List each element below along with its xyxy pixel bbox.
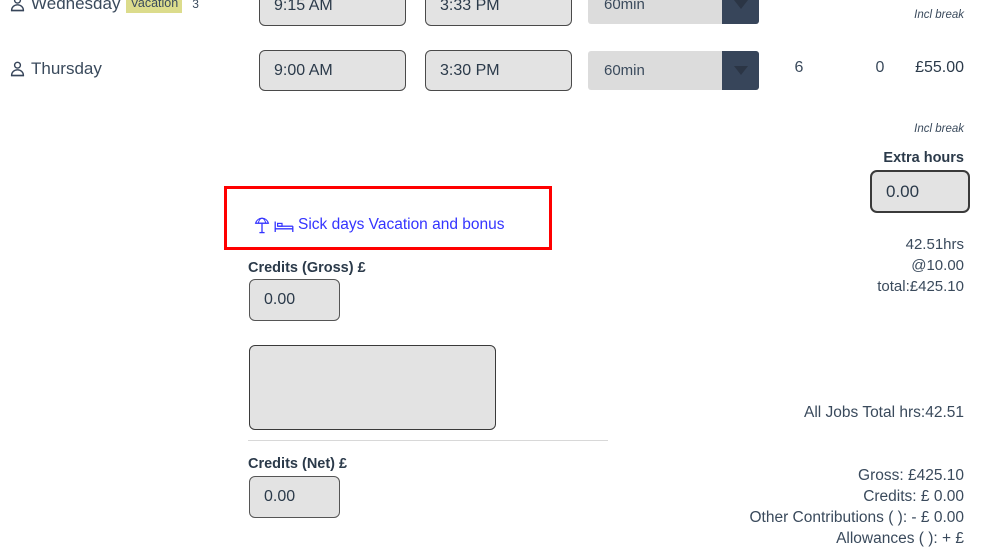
day-name: Wednesday — [31, 0, 121, 13]
amount-cell: £55.00 — [915, 59, 964, 76]
section-divider — [248, 440, 608, 441]
extra-hours-input[interactable]: 0.00 — [870, 170, 970, 213]
start-time-input[interactable]: 9:15 AM — [259, 0, 406, 26]
credits-net-input[interactable]: 0.00 — [249, 476, 340, 518]
summary-hours: 42.51hrs — [905, 236, 964, 253]
day-name: Thursday — [31, 59, 102, 78]
day-label-wednesday: Wednesday Vacation 3 — [10, 0, 199, 14]
vacation-count: 3 — [192, 0, 199, 11]
summary-total: total:£425.10 — [877, 278, 964, 295]
chevron-down-icon[interactable] — [722, 0, 759, 24]
credits-gross-label: Credits (Gross) £ — [248, 260, 366, 276]
credits-net-label: Credits (Net) £ — [248, 456, 348, 472]
summary-other-contributions: Other Contributions ( ): - £ 0.00 — [749, 509, 964, 526]
end-time-input[interactable]: 3:30 PM — [425, 50, 572, 91]
resize-handle-icon[interactable] — [481, 415, 493, 427]
vacation-badge: Vacation — [126, 0, 183, 13]
summary-credits: Credits: £ 0.00 — [863, 488, 964, 505]
sick-days-link-label: Sick days Vacation and bonus — [298, 216, 505, 233]
break-select-value: 60min — [604, 0, 645, 13]
sick-days-vacation-bonus-link[interactable]: Sick days Vacation and bonus — [254, 216, 505, 234]
summary-allowances: Allowances ( ): + £ — [836, 530, 964, 547]
all-jobs-total: All Jobs Total hrs:42.51 — [804, 404, 964, 421]
beach-umbrella-icon — [254, 217, 270, 234]
credits-note-textarea[interactable] — [249, 345, 496, 430]
hours-cell: 6 — [794, 59, 804, 76]
summary-rate: @10.00 — [911, 257, 964, 274]
incl-break-note: Incl break — [914, 9, 964, 21]
day-label-thursday: Thursday — [10, 59, 102, 79]
end-time-input[interactable]: 3:33 PM — [425, 0, 572, 26]
extra-hours-label: Extra hours — [883, 150, 964, 166]
break-select[interactable]: 60min — [588, 0, 759, 24]
credits-gross-input[interactable]: 0.00 — [249, 279, 340, 321]
person-icon — [10, 61, 25, 77]
chevron-down-icon[interactable] — [722, 51, 759, 90]
start-time-input[interactable]: 9:00 AM — [259, 50, 406, 91]
bed-icon — [274, 217, 294, 234]
break-select-value: 60min — [604, 62, 645, 79]
person-icon — [10, 0, 25, 12]
break-select[interactable]: 60min — [588, 51, 759, 90]
incl-break-note: Incl break — [914, 123, 964, 135]
summary-gross: Gross: £425.10 — [858, 467, 964, 484]
